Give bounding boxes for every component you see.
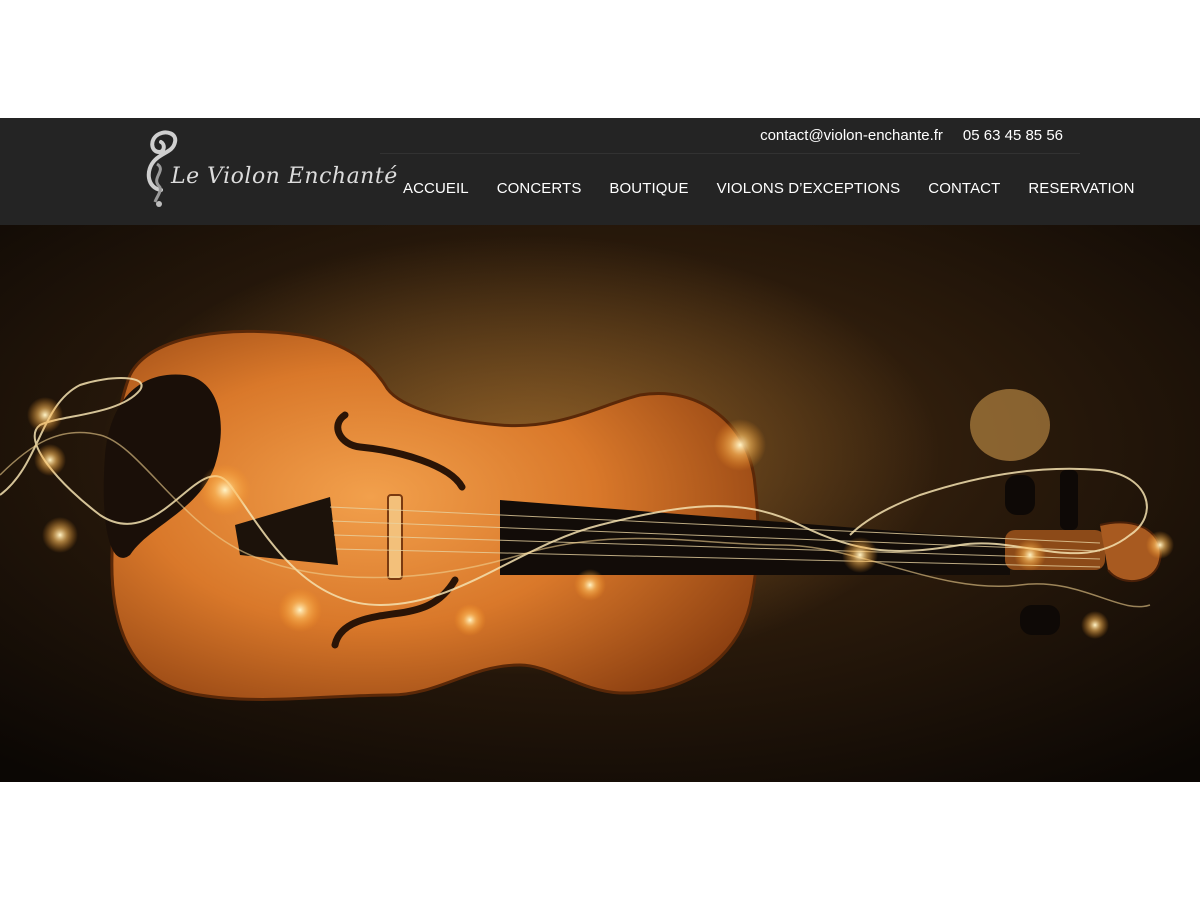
site-header: contact@violon-enchante.fr 05 63 45 85 5… [0,118,1200,225]
page-top-margin [0,0,1200,118]
contact-phone-link[interactable]: 05 63 45 85 56 [963,127,1063,144]
main-nav: ACCUEIL CONCERTS BOUTIQUE VIOLONS D’EXCE… [403,180,1135,197]
nav-item-concerts[interactable]: CONCERTS [497,180,582,197]
contact-bar: contact@violon-enchante.fr 05 63 45 85 5… [760,127,1063,144]
nav-item-violons-dexceptions[interactable]: VIOLONS D’EXCEPTIONS [717,180,901,197]
site-logo[interactable]: Le Violon Enchanté [137,130,397,210]
hero-banner [0,225,1200,782]
nav-item-boutique[interactable]: BOUTIQUE [609,180,688,197]
nav-item-contact[interactable]: CONTACT [928,180,1000,197]
hero-violin-image [0,225,1200,782]
nav-item-accueil[interactable]: ACCUEIL [403,180,469,197]
nav-item-reservation[interactable]: RESERVATION [1028,180,1134,197]
logo-wordmark: Le Violon Enchanté [171,164,398,189]
topbar-divider [380,153,1080,154]
contact-email-link[interactable]: contact@violon-enchante.fr [760,127,943,144]
page-bottom-margin [0,782,1200,900]
